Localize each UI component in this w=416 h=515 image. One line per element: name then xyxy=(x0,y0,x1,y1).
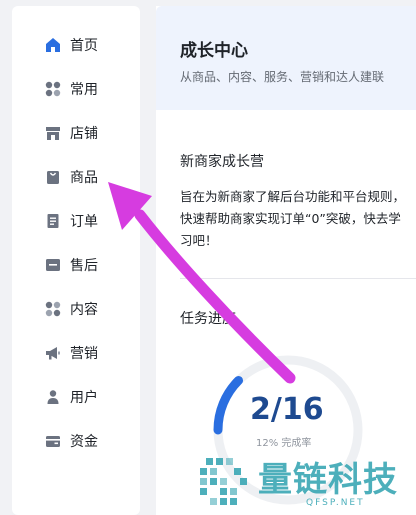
sidebar-item-label: 用户 xyxy=(70,390,98,406)
content-icon xyxy=(44,300,62,318)
sidebar-item-label: 售后 xyxy=(70,258,98,274)
task-progress-title: 任务进度 xyxy=(180,311,236,327)
home-icon xyxy=(44,36,62,54)
watermark-text: 量链科技 xyxy=(258,460,398,500)
sidebar-item-goods[interactable]: 商品 xyxy=(44,166,98,188)
banner-subtitle: 从商品、内容、服务、营销和达人建联 xyxy=(180,70,385,84)
grid-icon xyxy=(44,80,62,98)
user-icon xyxy=(44,388,62,406)
sidebar-item-content[interactable]: 内容 xyxy=(44,298,98,320)
sidebar-item-label: 资金 xyxy=(70,434,98,450)
bag-icon xyxy=(44,168,62,186)
order-icon xyxy=(44,212,62,230)
sidebar-item-label: 内容 xyxy=(70,302,98,318)
sidebar-item-label: 首页 xyxy=(70,38,98,54)
watermark-logo-icon xyxy=(200,458,247,505)
camp-description: 旨在为新商家了解后台功能和平台规则，快速帮助商家实现订单“0”突破，快去学习吧！ xyxy=(180,189,406,248)
camp-title: 新商家成长营 xyxy=(180,154,264,170)
sidebar-item-label: 商品 xyxy=(70,170,98,186)
sidebar-item-aftersale[interactable]: 售后 xyxy=(44,254,98,276)
sidebar: 首页 常用 店铺 商品 订单 售后 内容 营销 用户 资金 xyxy=(12,6,140,515)
page-title: 成长中心 xyxy=(180,41,248,61)
wallet-icon xyxy=(44,432,62,450)
sidebar-item-label: 订单 xyxy=(70,214,98,230)
sidebar-item-users[interactable]: 用户 xyxy=(44,386,98,408)
sidebar-item-label: 营销 xyxy=(70,346,98,362)
store-icon xyxy=(44,124,62,142)
main-panel: 成长中心 从商品、内容、服务、营销和达人建联 新商家成长营 旨在为新商家了解后台… xyxy=(156,6,416,515)
growth-center-banner[interactable]: 成长中心 从商品、内容、服务、营销和达人建联 xyxy=(156,6,416,110)
sidebar-item-funds[interactable]: 资金 xyxy=(44,430,98,452)
sidebar-item-home[interactable]: 首页 xyxy=(44,34,98,56)
sidebar-item-label: 常用 xyxy=(70,82,98,98)
watermark: 量链科技 QFSP.NET xyxy=(196,452,416,515)
watermark-url: QFSP.NET xyxy=(306,498,365,508)
task-progress-count: 2/16 xyxy=(250,392,324,427)
aftersale-icon xyxy=(44,256,62,274)
sidebar-item-store[interactable]: 店铺 xyxy=(44,122,98,144)
divider xyxy=(180,278,416,279)
megaphone-icon xyxy=(44,344,62,362)
sidebar-item-label: 店铺 xyxy=(70,126,98,142)
sidebar-item-orders[interactable]: 订单 xyxy=(44,210,98,232)
task-completion-rate: 12% 完成率 xyxy=(256,438,312,449)
sidebar-item-common[interactable]: 常用 xyxy=(44,78,98,100)
sidebar-item-marketing[interactable]: 营销 xyxy=(44,342,98,364)
